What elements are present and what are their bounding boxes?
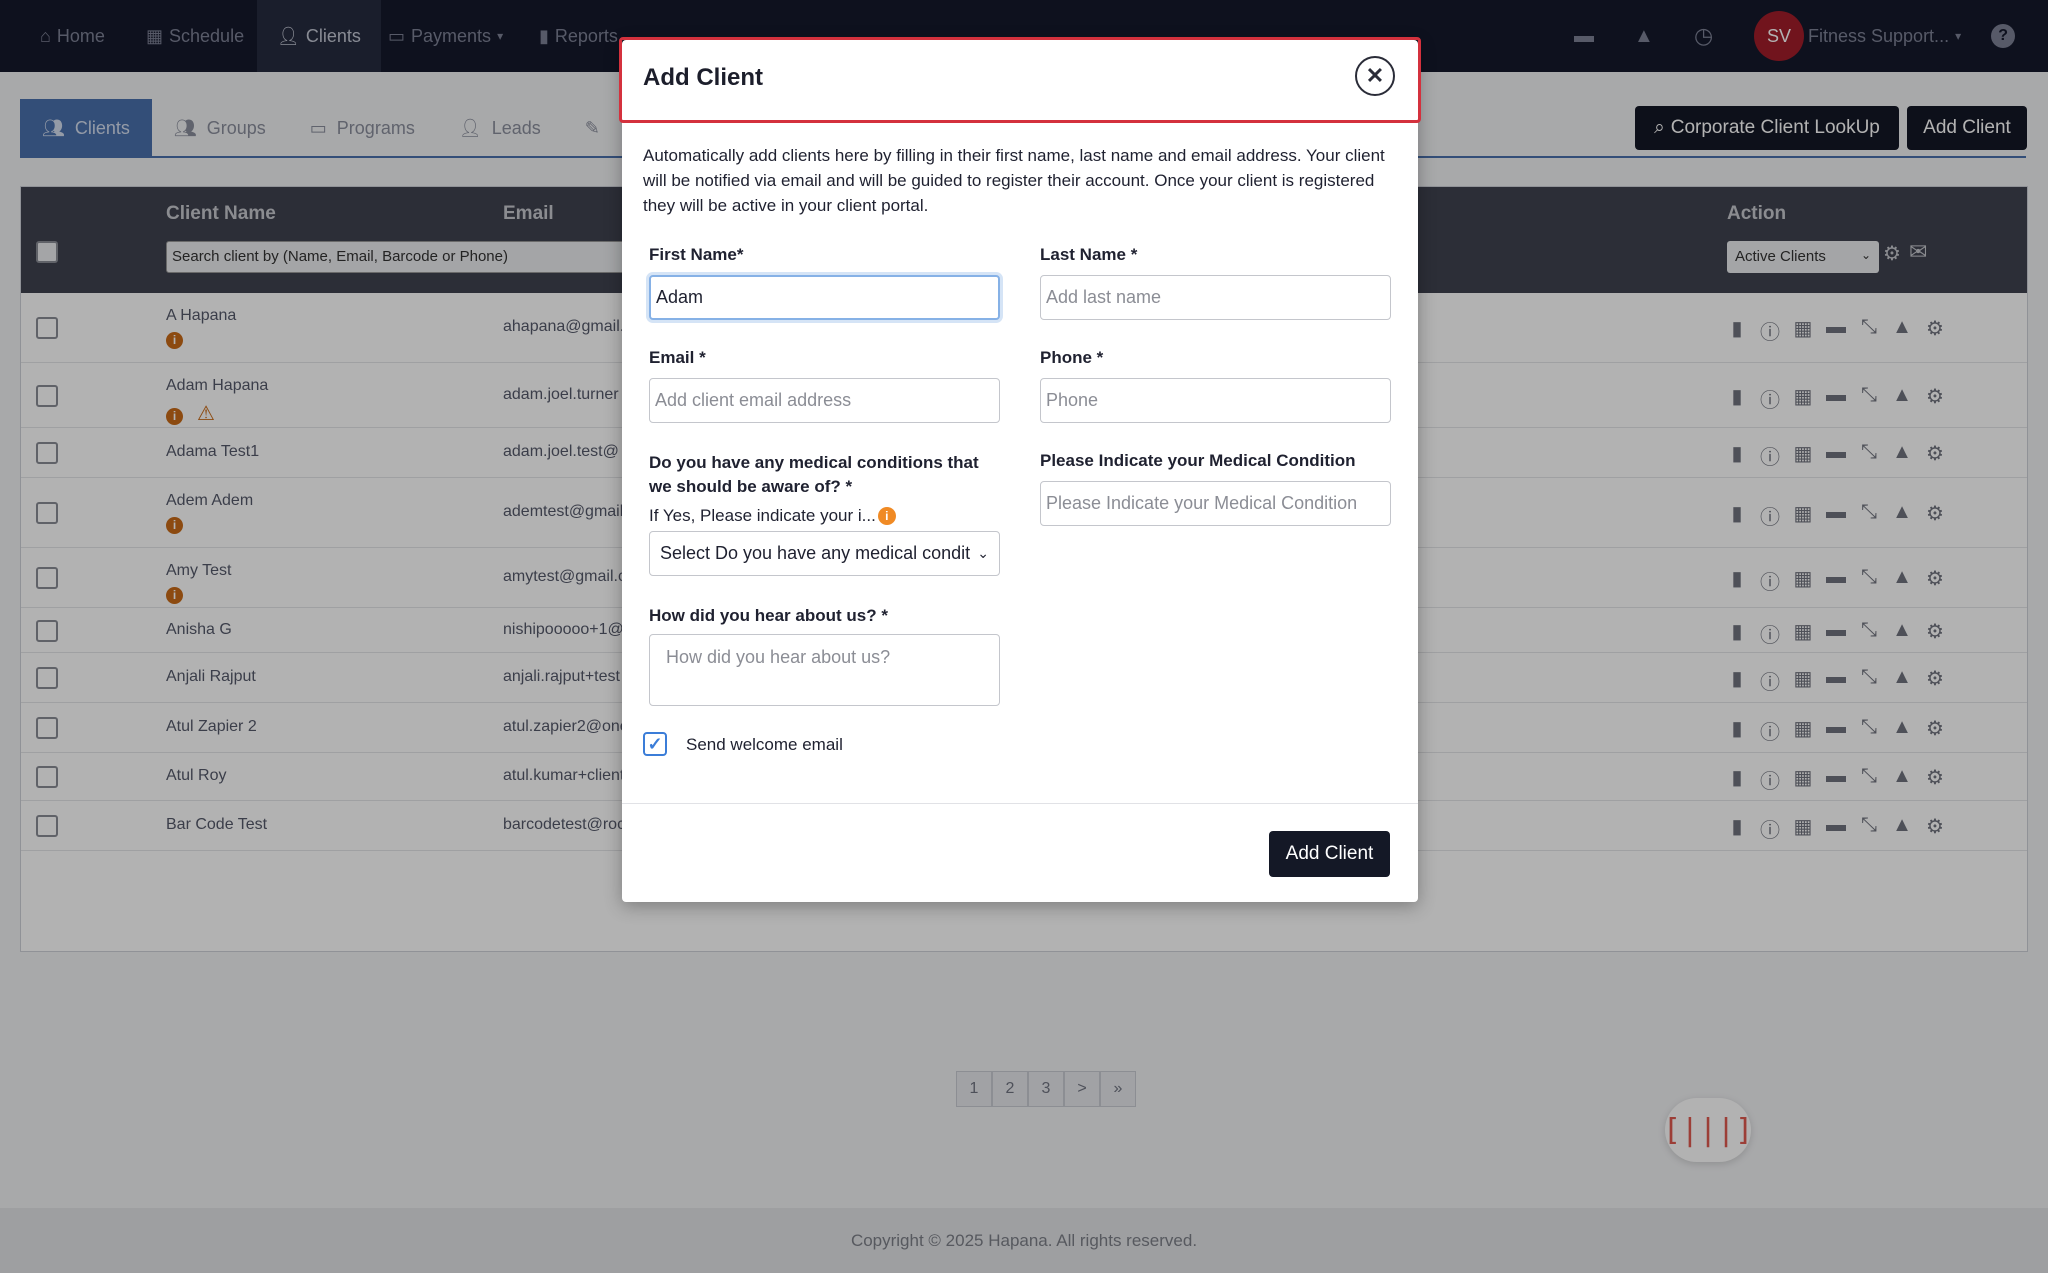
first-name-input[interactable]: [649, 275, 1000, 320]
email-input[interactable]: [649, 378, 1000, 423]
modal-footer-divider: [622, 803, 1418, 804]
hear-about-textarea[interactable]: [649, 634, 1000, 706]
hear-about-label: How did you hear about us? *: [649, 606, 888, 625]
chevron-down-icon: ⌄: [977, 545, 989, 561]
medical-question-select[interactable]: Select Do you have any medical condit ⌄: [649, 531, 1000, 576]
medical-condition-input[interactable]: [1040, 481, 1391, 526]
modal-title: Add Client: [643, 64, 763, 91]
last-name-label: Last Name *: [1040, 245, 1138, 264]
modal-intro-text: Automatically add clients here by fillin…: [643, 146, 1385, 215]
medical-question-label: Do you have any medical conditions that …: [649, 453, 979, 496]
close-button[interactable]: ✕: [1355, 56, 1395, 96]
email-label: Email *: [649, 348, 706, 367]
welcome-email-checkbox[interactable]: ✓: [643, 732, 667, 756]
phone-label: Phone *: [1040, 348, 1104, 367]
add-client-modal: Add Client ✕ Automatically add clients h…: [619, 37, 1421, 902]
first-name-label: First Name*: [649, 245, 744, 264]
info-icon[interactable]: i: [877, 507, 896, 525]
add-client-submit-button[interactable]: Add Client: [1269, 831, 1390, 877]
medical-question-hint: If Yes, Please indicate your i... i: [649, 506, 896, 526]
welcome-email-label[interactable]: Send welcome email: [686, 735, 843, 755]
checkmark-icon: ✓: [647, 733, 663, 754]
close-icon: ✕: [1365, 63, 1385, 88]
medical-condition-label: Please Indicate your Medical Condition: [1040, 451, 1356, 470]
phone-input[interactable]: [1040, 378, 1391, 423]
last-name-input[interactable]: [1040, 275, 1391, 320]
